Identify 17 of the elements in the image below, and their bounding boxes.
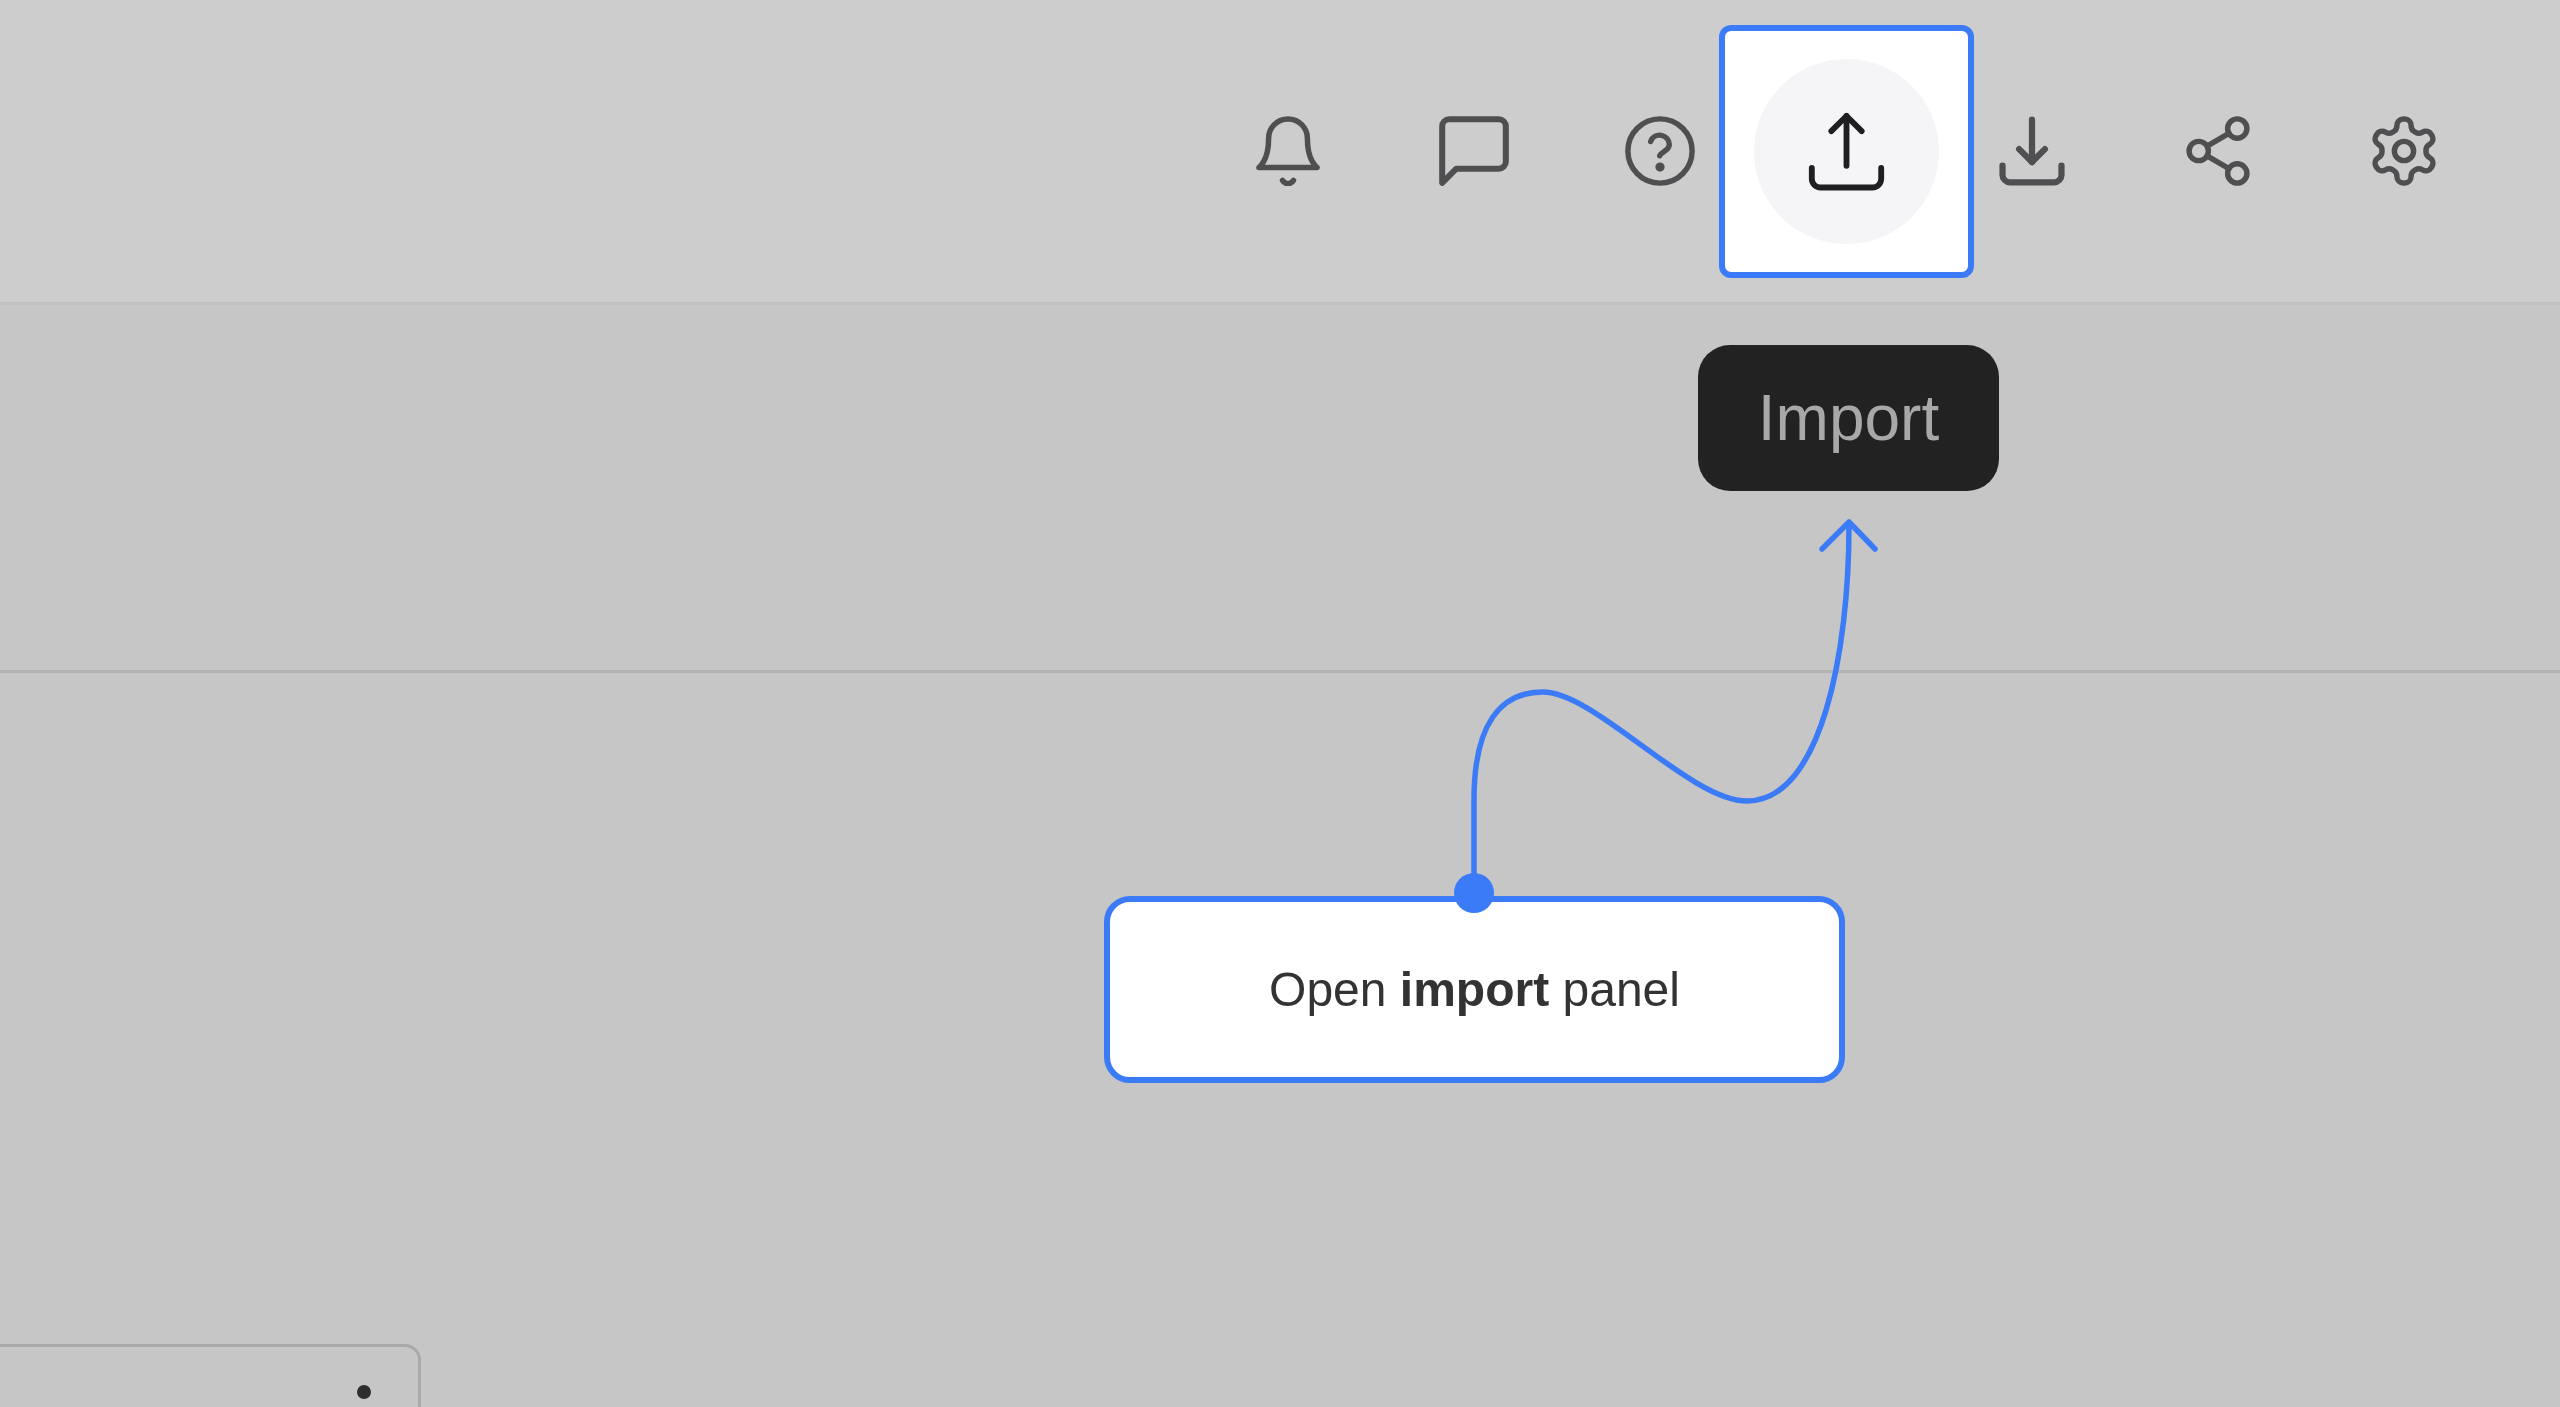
help-icon [1625,116,1695,186]
toolbar-button[interactable] [1718,24,1974,278]
upload-icon [1753,58,1939,244]
download-icon [1999,116,2065,186]
toolbar-button[interactable] [2372,116,2436,186]
toolbar-button[interactable] [1625,116,1695,186]
toolbar-button[interactable] [1439,116,1509,186]
toolbar-button[interactable] [2186,116,2250,186]
share-icon [2186,116,2250,186]
dot-icon [357,1385,371,1399]
tooltip: Import [1698,345,1999,491]
callout-text: Open import panel [1269,962,1680,1017]
chat-bubble-icon [1439,116,1509,186]
toolbar-button[interactable] [1256,116,1320,186]
toolbar-button[interactable] [1999,116,2065,186]
settings-icon [2372,116,2436,186]
bell-icon [1256,116,1320,186]
